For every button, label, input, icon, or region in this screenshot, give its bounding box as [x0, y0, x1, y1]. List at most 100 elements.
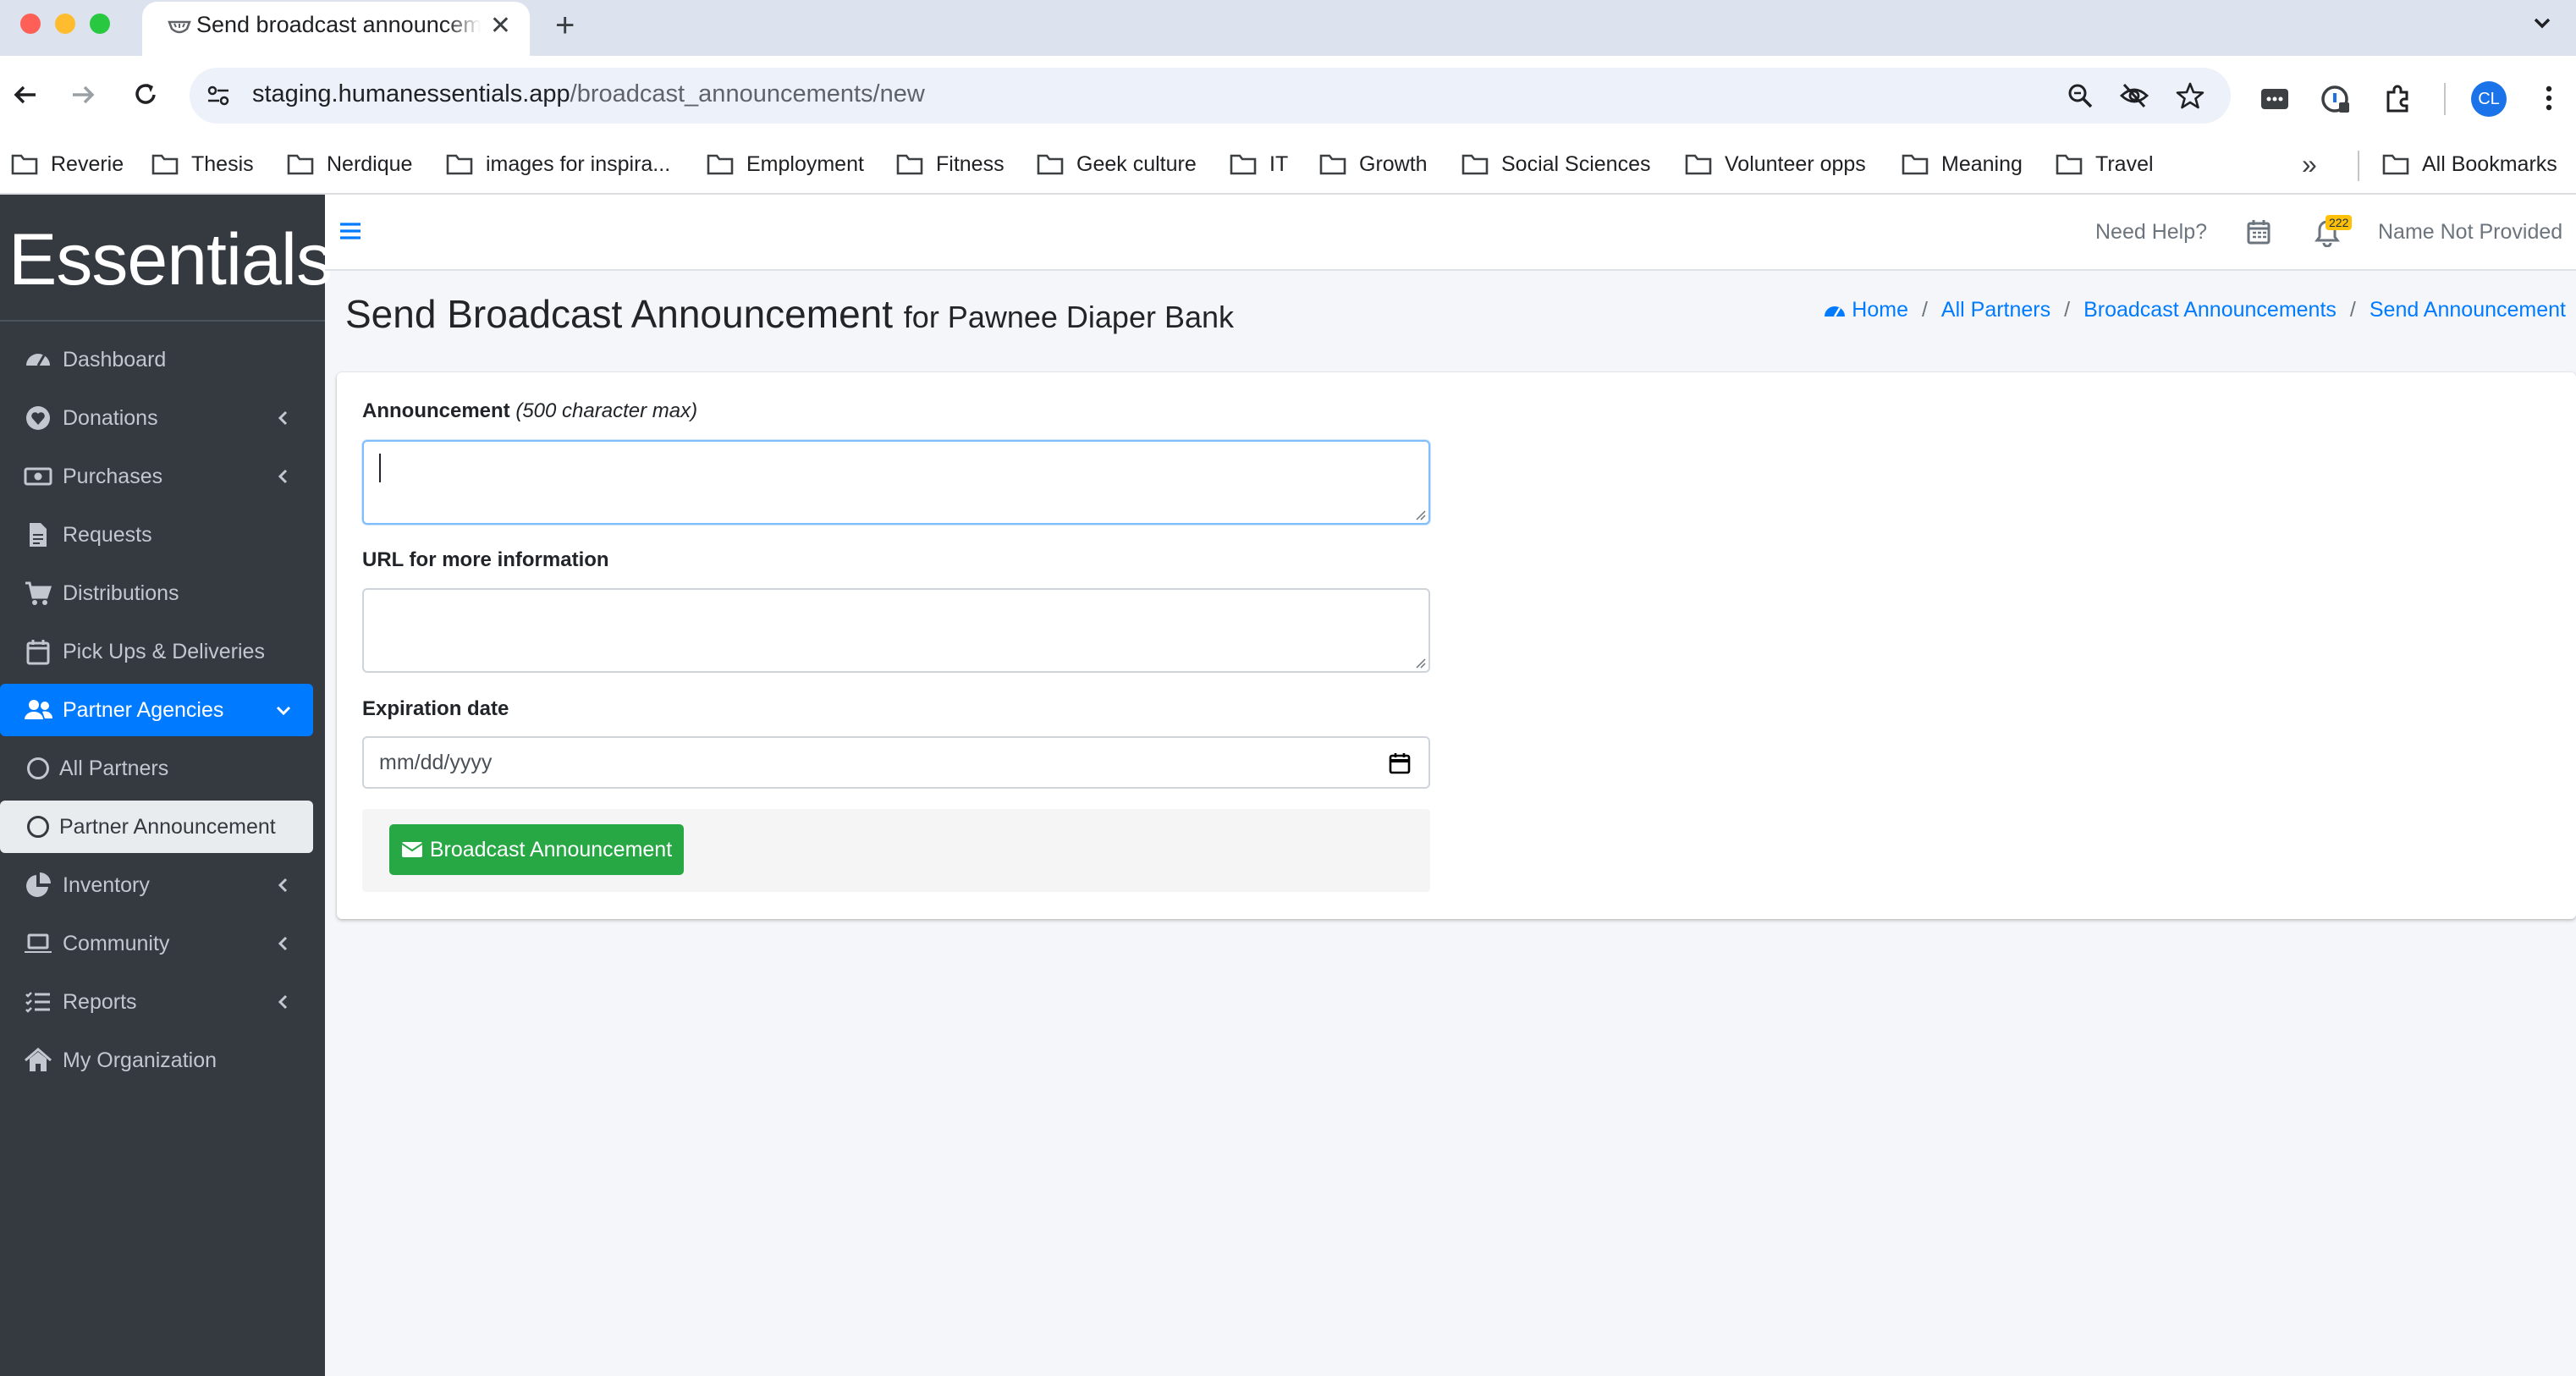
sidebar-item-partner-agencies[interactable]: Partner Agencies	[0, 684, 313, 736]
sidebar-item-inventory[interactable]: Inventory	[0, 859, 313, 911]
forward-arrow-icon[interactable]	[64, 76, 102, 113]
money-bill-icon	[24, 467, 52, 486]
bookmark-folder[interactable]: Thesis	[151, 146, 254, 183]
folder-icon	[2382, 154, 2409, 175]
chevron-left-icon	[278, 936, 288, 951]
announcement-label: Announcement (500 character max)	[362, 399, 698, 422]
breadcrumb-send-announcement[interactable]: Send Announcement	[2370, 298, 2566, 322]
bookmark-folder[interactable]: images for inspira...	[445, 146, 670, 183]
chevron-left-icon	[278, 410, 288, 426]
profile-avatar[interactable]: CL	[2471, 81, 2507, 117]
chevron-double-right-icon[interactable]: »	[2302, 149, 2317, 180]
breadcrumb-broadcast-announcements[interactable]: Broadcast Announcements	[2083, 298, 2337, 322]
user-menu[interactable]: Name Not Provided	[2378, 220, 2562, 245]
browser-toolbar: staging.humanessentials.app/broadcast_an…	[0, 56, 2576, 137]
notification-badge: 222	[2326, 215, 2353, 230]
bookmark-folder[interactable]: IT	[1229, 146, 1288, 183]
zoom-icon[interactable]	[2065, 80, 2095, 111]
breadcrumb-all-partners[interactable]: All Partners	[1941, 298, 2050, 322]
site-settings-icon[interactable]	[205, 82, 232, 109]
bookmark-folder[interactable]: Travel	[2055, 146, 2154, 183]
sidebar-item-purchases[interactable]: Purchases	[0, 450, 313, 503]
toolbar-divider	[2444, 83, 2446, 115]
url-label: URL for more information	[362, 548, 609, 571]
sidebar-item-pickups[interactable]: Pick Ups & Deliveries	[0, 625, 313, 678]
maximize-window-button[interactable]	[90, 14, 110, 34]
calendar-picker-icon[interactable]	[1388, 751, 1412, 775]
sidebar: Essentials Dashboard Donations Purchases…	[0, 195, 333, 1376]
dashboard-icon	[26, 354, 50, 366]
reload-icon[interactable]	[127, 76, 164, 113]
tab-close-icon[interactable]: ✕	[490, 12, 511, 41]
address-bar[interactable]: staging.humanessentials.app/broadcast_an…	[190, 68, 2231, 124]
bookmark-folder[interactable]: Employment	[706, 146, 864, 183]
heart-icon	[26, 406, 50, 430]
sidebar-item-donations[interactable]: Donations	[0, 392, 313, 444]
folder-icon	[1461, 154, 1489, 175]
tab-title: Send broadcast announcement	[196, 12, 481, 37]
browser-tab-active[interactable]: Send broadcast announcement ✕	[142, 2, 530, 56]
sidebar-item-partner-announcement[interactable]: Partner Announcement	[0, 801, 313, 853]
close-window-button[interactable]	[20, 14, 41, 34]
sidebar-item-community[interactable]: Community	[0, 917, 313, 970]
sidebar-item-dashboard[interactable]: Dashboard	[0, 333, 313, 386]
brand-divider	[0, 320, 325, 322]
folder-icon	[11, 154, 38, 175]
bookmark-folder[interactable]: Meaning	[1901, 146, 2023, 183]
back-arrow-icon[interactable]	[7, 76, 44, 113]
circle-icon	[27, 816, 49, 838]
sidebar-item-requests[interactable]: Requests	[0, 509, 313, 561]
folder-icon	[1902, 154, 1929, 175]
bookmark-folder[interactable]: Reverie	[10, 146, 124, 183]
breadcrumb-home[interactable]: Home	[1852, 298, 1908, 322]
puzzle-extensions-icon[interactable]	[2381, 82, 2415, 116]
bookmark-divider	[2358, 151, 2359, 181]
more-vertical-icon[interactable]	[2532, 81, 2566, 115]
sidebar-item-my-organization[interactable]: My Organization	[0, 1034, 313, 1087]
star-icon[interactable]	[2175, 80, 2205, 111]
broadcast-announcement-button[interactable]: Broadcast Announcement	[389, 824, 684, 875]
url-textarea[interactable]	[362, 588, 1430, 673]
hamburger-menu-icon[interactable]	[337, 218, 364, 244]
top-navbar: Need Help? 222 Name Not Provided	[325, 195, 2576, 271]
url-text[interactable]: staging.humanessentials.app/broadcast_an…	[252, 80, 925, 108]
bookmark-folder[interactable]: Nerdique	[286, 146, 412, 183]
text-caret	[379, 454, 381, 482]
page-subtitle: for Pawnee Diaper Bank	[903, 300, 1235, 334]
calendar-icon	[26, 640, 50, 665]
folder-icon	[896, 154, 923, 175]
chevron-down-icon[interactable]	[2525, 7, 2559, 41]
announcement-textarea[interactable]	[362, 440, 1430, 525]
breadcrumb-separator: /	[2064, 298, 2071, 322]
laptop-icon	[25, 933, 52, 953]
sidebar-item-reports[interactable]: Reports	[0, 976, 313, 1028]
sidebar-item-distributions[interactable]: Distributions	[0, 567, 313, 619]
resize-handle-icon[interactable]	[1413, 656, 1427, 669]
chevron-left-icon	[278, 469, 288, 484]
password-extension-icon[interactable]	[2258, 82, 2292, 116]
all-bookmarks-button[interactable]: All Bookmarks	[2381, 146, 2557, 183]
folder-icon	[707, 154, 734, 175]
file-icon	[30, 523, 47, 547]
minimize-window-button[interactable]	[55, 14, 75, 34]
chevron-left-icon	[278, 994, 288, 1010]
resize-handle-icon[interactable]	[1413, 508, 1427, 521]
bookmark-folder[interactable]: Volunteer opps	[1684, 146, 1866, 183]
page-title-text: Send Broadcast Announcement	[345, 292, 894, 336]
announcement-hint: (500 character max)	[515, 399, 698, 422]
folder-icon	[1319, 154, 1346, 175]
breadcrumb: Home / All Partners / Broadcast Announce…	[1823, 298, 2566, 322]
bookmark-folder[interactable]: Social Sciences	[1461, 146, 1650, 183]
need-help-link[interactable]: Need Help?	[2095, 220, 2207, 245]
brand-logo[interactable]: Essentials	[8, 218, 333, 302]
eye-off-icon[interactable]	[2119, 80, 2149, 111]
bookmark-folder[interactable]: Fitness	[895, 146, 1005, 183]
calendar-icon[interactable]	[2246, 218, 2271, 245]
sidebar-item-all-partners[interactable]: All Partners	[0, 742, 313, 795]
expiration-date-input[interactable]: mm/dd/yyyy	[362, 736, 1430, 789]
bookmark-folder[interactable]: Growth	[1318, 146, 1428, 183]
extension-info-icon[interactable]	[2319, 82, 2353, 116]
bookmark-folder[interactable]: Geek culture	[1036, 146, 1197, 183]
bookmarks-bar: Reverie Thesis Nerdique images for inspi…	[0, 137, 2576, 195]
new-tab-button[interactable]: +	[555, 7, 575, 44]
